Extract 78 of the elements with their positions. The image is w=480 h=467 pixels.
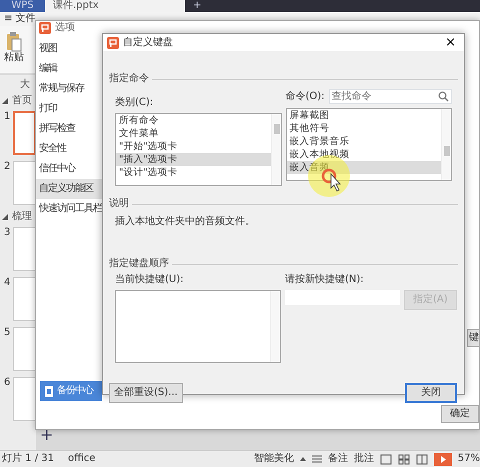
panel-tab[interactable]: 大 <box>0 79 36 91</box>
options-nav-item[interactable]: 信任中心 <box>36 159 102 179</box>
list-item[interactable]: 嵌入背景音乐 <box>286 135 441 148</box>
description-text: 插入本地文件夹中的音频文件。 <box>115 216 256 228</box>
options-nav-item[interactable]: 视图 <box>36 39 102 59</box>
list-box[interactable] <box>115 290 281 363</box>
menu-icon[interactable]: ≡ <box>4 13 12 25</box>
grid-view-icon <box>398 454 410 464</box>
rename-button[interactable]: 键 <box>467 329 479 347</box>
search-icon <box>438 91 449 102</box>
notes-button[interactable]: 备注 <box>328 453 348 465</box>
scrollbar[interactable] <box>441 109 451 180</box>
ok-button[interactable]: 确定 <box>441 405 479 423</box>
window-title: 选项 <box>55 22 75 34</box>
document-icon <box>44 386 54 396</box>
options-nav-item[interactable]: 编辑 <box>36 59 102 79</box>
expand-triangle-icon <box>2 98 8 104</box>
slide-number: 2 <box>4 161 10 173</box>
slide-number: 4 <box>4 277 10 289</box>
slide-thumbnail[interactable] <box>13 161 36 205</box>
slide-thumbnail[interactable] <box>13 111 36 155</box>
field-label: 当前快捷键(U): <box>115 274 184 286</box>
slide-thumbnail[interactable] <box>13 277 36 321</box>
paste-button[interactable]: 粘贴 <box>4 52 24 64</box>
app-logo-icon <box>107 36 119 48</box>
slide-thumbnail[interactable] <box>13 377 36 421</box>
options-nav-item[interactable]: 安全性 <box>36 139 102 159</box>
field-label: 命令(O): <box>286 90 325 102</box>
list-box[interactable]: 所有命令 文件菜单 "开始"选项卡 "插入"选项卡 "设计"选项卡 <box>115 113 282 186</box>
backup-center-button[interactable]: 备份中心 <box>40 381 102 401</box>
slide-number: 3 <box>4 227 10 239</box>
group-label: 指定命令 <box>109 73 149 85</box>
reset-all-button[interactable]: 全部重设(S)... <box>109 383 183 403</box>
notes-icon <box>312 454 322 464</box>
comments-button[interactable]: 批注 <box>354 453 374 465</box>
slide-thumbnail[interactable] <box>13 227 36 271</box>
field-label: 类别(C): <box>115 97 154 109</box>
slide-number: 5 <box>4 327 10 339</box>
close-button[interactable]: 关闭 <box>405 383 457 403</box>
expand-triangle-icon <box>2 214 8 220</box>
play-icon <box>434 452 452 466</box>
group-label: 指定键盘顺序 <box>109 258 169 270</box>
field-label: 请按新快捷键(N): <box>285 274 365 286</box>
slide-number: 1 <box>4 111 10 123</box>
options-nav-item[interactable]: 常规与保存 <box>36 79 102 99</box>
list-item[interactable]: 文件菜单 <box>116 127 270 140</box>
slide-thumbnail[interactable] <box>13 327 36 371</box>
options-nav-item[interactable]: 打印 <box>36 99 102 119</box>
options-nav-item[interactable]: 拼写检查 <box>36 119 102 139</box>
caret-icon <box>300 456 306 462</box>
options-nav-item[interactable]: 自定义功能区 <box>36 179 102 199</box>
list-item[interactable]: "开始"选项卡 <box>116 140 270 153</box>
paste-icon <box>5 32 23 52</box>
scrollbar[interactable] <box>270 114 280 185</box>
app-tab[interactable]: WPS <box>0 0 45 12</box>
options-nav-item[interactable]: 快速访问工具栏 <box>36 199 102 219</box>
beautify-button[interactable]: 智能美化 <box>254 453 294 465</box>
zoom-level: 57% <box>458 453 480 465</box>
slide-counter: 灯片 1 / 31 <box>2 453 54 465</box>
normal-view-icon <box>380 454 392 464</box>
list-item[interactable]: "插入"选项卡 <box>116 153 270 166</box>
scrollbar[interactable] <box>270 291 280 362</box>
file-menu[interactable]: 文件 <box>15 13 36 25</box>
list-item[interactable]: 其他符号 <box>286 122 441 135</box>
search-field[interactable]: 查找命令 <box>328 89 452 104</box>
reading-view-icon <box>416 454 428 464</box>
app-tab[interactable]: 课件.pptx <box>45 0 185 12</box>
list-item[interactable]: 嵌入本地视频 <box>286 148 441 161</box>
list-item[interactable]: 屏幕截图 <box>286 109 441 122</box>
section-title[interactable]: 梳理 <box>12 211 32 223</box>
dialog-title: 自定义键盘 <box>123 36 173 48</box>
list-item[interactable]: 所有命令 <box>116 114 270 127</box>
slide-number: 6 <box>4 377 10 389</box>
theme-name: office <box>68 453 96 465</box>
group-label: 说明 <box>109 198 129 210</box>
section-title[interactable]: 首页 <box>12 95 32 107</box>
list-item[interactable]: "设计"选项卡 <box>116 166 270 179</box>
add-slide-button[interactable]: + <box>40 425 54 444</box>
